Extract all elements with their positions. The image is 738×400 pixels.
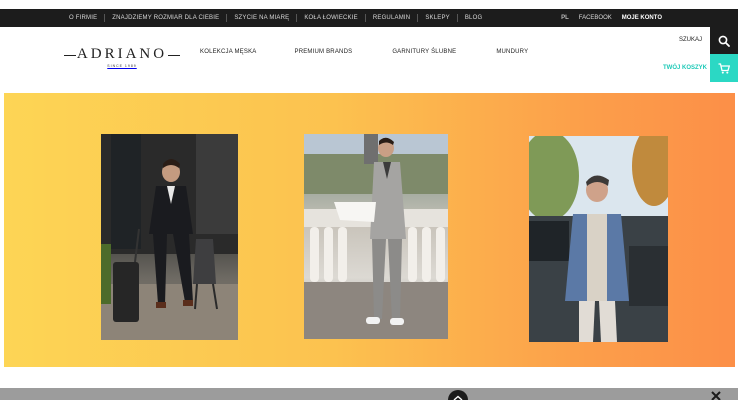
top-right-links: PL FACEBOOK MOJE KONTO [561, 9, 662, 27]
header: ADRIANO SINCE 1989 KOLEKCJA MĘSKA PREMIU… [0, 27, 738, 87]
topnav-kola-lowieckie[interactable]: KOŁA ŁOWIECKIE [297, 9, 364, 27]
topnav-o-firmie[interactable]: O FIRMIE [62, 9, 104, 27]
logo-text: ADRIANO [76, 46, 168, 62]
search-button[interactable] [710, 27, 738, 54]
hero-photo-dark-suit[interactable] [101, 134, 238, 340]
logo-since: SINCE 1989 [107, 64, 137, 68]
nav-premium-brands[interactable]: PREMIUM BRANDS [295, 49, 353, 55]
nav-garnitury-slubne[interactable]: GARNITURY ŚLUBNE [392, 49, 456, 55]
language-switch[interactable]: PL [561, 15, 569, 21]
hero-badge: ZOPLAJNE [4, 367, 60, 387]
nav-kolekcja-meska[interactable]: KOLEKCJA MĘSKA [200, 49, 257, 55]
photo-illustration [529, 136, 668, 342]
topnav-sklepy[interactable]: SKLEPY [418, 9, 457, 27]
topnav-blog[interactable]: BLOG [458, 9, 489, 27]
topnav-regulamin[interactable]: REGULAMIN [366, 9, 417, 27]
close-icon [711, 391, 721, 400]
cart-button[interactable] [710, 54, 738, 82]
facebook-link[interactable]: FACEBOOK [579, 15, 612, 21]
hero-banner[interactable] [4, 93, 735, 367]
account-link[interactable]: MOJE KONTO [622, 15, 662, 21]
nav-mundury[interactable]: MUNDURY [496, 49, 528, 55]
search-label[interactable]: SZUKAJ [679, 37, 702, 43]
photo-illustration [101, 134, 238, 340]
topnav-szycie-na-miare[interactable]: SZYCIE NA MIARĘ [227, 9, 296, 27]
chevron-up-icon [453, 395, 463, 400]
search-icon [718, 35, 730, 47]
logo-line-left [64, 55, 76, 56]
photo-illustration [304, 134, 448, 339]
hero-photo-grey-suit[interactable] [304, 134, 448, 339]
cart-icon [718, 62, 730, 74]
cart-label[interactable]: TWÓJ KOSZYK [663, 65, 707, 71]
logo[interactable]: ADRIANO SINCE 1989 [64, 45, 180, 73]
topnav-znajdziemy-rozmiar[interactable]: ZNAJDZIEMY ROZMIAR DLA CIEBIE [105, 9, 226, 27]
top-bar: O FIRMIE ZNAJDZIEMY ROZMIAR DLA CIEBIE S… [0, 0, 738, 27]
cookie-close-button[interactable] [709, 388, 723, 400]
page: O FIRMIE ZNAJDZIEMY ROZMIAR DLA CIEBIE S… [0, 0, 738, 400]
hero-photo-blue-blazer[interactable] [529, 136, 668, 342]
main-nav: KOLEKCJA MĘSKA PREMIUM BRANDS GARNITURY … [200, 49, 568, 55]
logo-line-right [168, 55, 180, 56]
cookie-bar [0, 388, 738, 400]
top-strip [0, 0, 738, 9]
top-nav: O FIRMIE ZNAJDZIEMY ROZMIAR DLA CIEBIE S… [62, 9, 489, 27]
